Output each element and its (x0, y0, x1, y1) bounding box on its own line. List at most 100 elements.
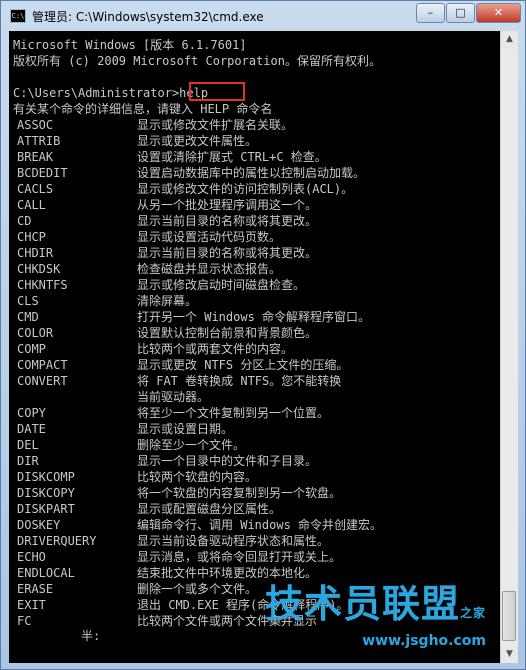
command-description: 显示或更改文件属性。 (137, 134, 258, 148)
prompt-path: C:\Users\Administrator (13, 86, 172, 100)
command-row: CLS 清除屏幕。 (13, 293, 493, 309)
command-row: CHDIR 显示当前目录的名称或将其更改。 (13, 245, 493, 261)
command-name: CALL (17, 198, 46, 212)
command-name: ERASE (17, 582, 54, 596)
help-intro: 有关某个命令的详细信息，请键入 HELP 命令名 (13, 102, 273, 116)
command-description: 显示消息，或将命令回显打开或关上。 (137, 550, 342, 564)
command-description: 显示当前设备驱动程序状态和属性。 (137, 534, 330, 548)
command-row: CHKNTFS 显示或修改启动时间磁盘检查。 (13, 277, 493, 293)
command-description: 显示一个目录中的文件和子目录。 (137, 454, 318, 468)
close-button[interactable]: ✕ (476, 3, 521, 23)
command-row: CD 显示当前目录的名称或将其更改。 (13, 213, 493, 229)
command-row: CMD 打开另一个 Windows 命令解释程序窗口。 (13, 309, 493, 325)
command-description: 显示或更改 NTFS 分区上文件的压缩。 (137, 358, 349, 372)
command-name: DISKPART (17, 502, 75, 516)
command-name: CHDIR (17, 246, 54, 260)
command-name: CLS (17, 294, 39, 308)
command-name: CMD (17, 310, 39, 324)
highlight-box (189, 82, 245, 101)
command-name: DIR (17, 454, 39, 468)
command-name: COPY (17, 406, 46, 420)
command-description: 编辑命令行、调用 Windows 命令并创建宏。 (137, 518, 383, 532)
scroll-down-arrow-icon[interactable]: ▼ (501, 646, 518, 663)
command-name: BREAK (17, 150, 54, 164)
window-controls: – □ ✕ (415, 3, 521, 23)
command-name: BCDEDIT (17, 166, 68, 180)
command-row: COMP 比较两个或两套文件的内容。 (13, 341, 493, 357)
header-line: Microsoft Windows [版本 6.1.7601] (13, 38, 247, 52)
command-row: ENDLOCAL 结束批文件中环境更改的本地化。 (13, 565, 493, 581)
command-row: CONVERT 将 FAT 卷转换成 NTFS。您不能转换 (13, 373, 493, 389)
command-name: CHKDSK (17, 262, 61, 276)
command-description: 打开另一个 Windows 命令解释程序窗口。 (137, 310, 371, 324)
command-row: DATE 显示或设置日期。 (13, 421, 493, 437)
command-description: 从另一个批处理程序调用这一个。 (137, 198, 318, 212)
command-row: DEL 删除至少一个文件。 (13, 437, 493, 453)
command-row: DIR 显示一个目录中的文件和子目录。 (13, 453, 493, 469)
command-name: COLOR (17, 326, 54, 340)
command-row: CACLS 显示或修改文件的访问控制列表(ACL)。 (13, 181, 493, 197)
command-name: ENDLOCAL (17, 566, 75, 580)
command-description: 当前驱动器。 (137, 390, 210, 404)
scroll-up-arrow-icon[interactable]: ▲ (501, 31, 518, 48)
command-description: 设置启动数据库中的属性以控制启动加载。 (137, 166, 366, 180)
command-row: 当前驱动器。 (13, 389, 493, 405)
command-name: DOSKEY (17, 518, 61, 532)
command-description: 清除屏幕。 (137, 294, 198, 308)
cmd-app-icon[interactable]: C:\ (10, 9, 26, 23)
command-description: 比较两个软盘的内容。 (137, 470, 258, 484)
command-description: 显示当前目录的名称或将其更改。 (137, 246, 318, 260)
command-name: DRIVERQUERY (17, 534, 97, 548)
command-name: DATE (17, 422, 46, 436)
command-row: COMPACT 显示或更改 NTFS 分区上文件的压缩。 (13, 357, 493, 373)
command-row: DISKPART 显示或配置磁盘分区属性。 (13, 501, 493, 517)
minimize-button[interactable]: – (416, 3, 445, 23)
command-row: ECHO 显示消息，或将命令回显打开或关上。 (13, 549, 493, 565)
command-row: BREAK 设置或清除扩展式 CTRL+C 检查。 (13, 149, 493, 165)
scroll-thumb[interactable] (502, 591, 516, 641)
ime-status: 半: (81, 629, 101, 643)
command-name: DISKCOPY (17, 486, 75, 500)
command-description: 显示或设置日期。 (137, 422, 234, 436)
command-name: DEL (17, 438, 39, 452)
command-name: ATTRIB (17, 134, 61, 148)
command-name: CACLS (17, 182, 54, 196)
command-name: EXIT (17, 598, 46, 612)
command-description: 检查磁盘并显示状态报告。 (137, 262, 282, 276)
command-name: CHCP (17, 230, 46, 244)
command-row: DISKCOPY 将一个软盘的内容复制到另一个软盘。 (13, 485, 493, 501)
command-description: 设置默认控制台前景和背景颜色。 (137, 326, 318, 340)
title-bar[interactable]: C:\ 管理员: C:\Windows\system32\cmd.exe – □… (1, 1, 525, 31)
command-row: ATTRIB 显示或更改文件属性。 (13, 133, 493, 149)
command-description: 将一个软盘的内容复制到另一个软盘。 (137, 486, 342, 500)
window-title: 管理员: C:\Windows\system32\cmd.exe (32, 9, 264, 24)
command-name: DISKCOMP (17, 470, 75, 484)
vertical-scrollbar[interactable]: ▲ ▼ (500, 31, 518, 663)
command-name: COMPACT (17, 358, 68, 372)
command-row: DOSKEY 编辑命令行、调用 Windows 命令并创建宏。 (13, 517, 493, 533)
command-description: 删除至少一个文件。 (137, 438, 246, 452)
command-description: 显示或设置活动代码页数。 (137, 230, 282, 244)
command-row: BCDEDIT 设置启动数据库中的属性以控制启动加载。 (13, 165, 493, 181)
command-row: COPY 将至少一个文件复制到另一个位置。 (13, 405, 493, 421)
command-row: CALL 从另一个批处理程序调用这一个。 (13, 197, 493, 213)
command-description: 显示当前目录的名称或将其更改。 (137, 214, 318, 228)
command-description: 将 FAT 卷转换成 NTFS。您不能转换 (137, 374, 342, 388)
watermark: 技术员联盟之家 www.jsgho.com (265, 584, 486, 649)
command-description: 显示或修改启动时间磁盘检查。 (137, 278, 306, 292)
command-row: DISKCOMP 比较两个软盘的内容。 (13, 469, 493, 485)
prompt-line: C:\Users\Administrator>help (13, 85, 208, 101)
command-name: CD (17, 214, 32, 228)
command-row: ASSOC 显示或修改文件扩展名关联。 (13, 117, 493, 133)
command-description: 将至少一个文件复制到另一个位置。 (137, 406, 330, 420)
command-row: CHCP 显示或设置活动代码页数。 (13, 229, 493, 245)
watermark-brand: 技术员联盟之家 (264, 582, 486, 626)
watermark-suffix: 之家 (459, 606, 486, 620)
console-output[interactable]: Microsoft Windows [版本 6.1.7601] 版权所有 (c)… (9, 31, 500, 663)
cmd-window: C:\ 管理员: C:\Windows\system32\cmd.exe – □… (0, 0, 526, 670)
command-description: 显示或修改文件的访问控制列表(ACL)。 (137, 182, 354, 196)
command-row: COLOR 设置默认控制台前景和背景颜色。 (13, 325, 493, 341)
command-row: DRIVERQUERY 显示当前设备驱动程序状态和属性。 (13, 533, 493, 549)
command-description: 结束批文件中环境更改的本地化。 (137, 566, 318, 580)
maximize-button[interactable]: □ (446, 3, 475, 23)
